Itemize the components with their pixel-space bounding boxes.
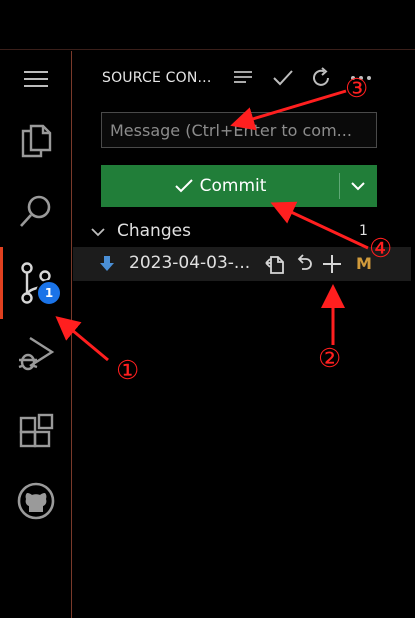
stage-changes-icon[interactable] xyxy=(320,252,344,276)
file-type-icon xyxy=(99,255,115,277)
refresh-icon[interactable] xyxy=(308,65,334,91)
commit-dropdown-button[interactable] xyxy=(339,165,377,207)
github-icon[interactable] xyxy=(0,469,72,533)
run-debug-icon[interactable] xyxy=(0,321,72,385)
commit-divider xyxy=(339,173,340,199)
search-icon[interactable] xyxy=(0,179,72,243)
title-bar xyxy=(0,0,415,50)
annotation-number-4: ④ xyxy=(369,234,393,264)
source-control-icon[interactable]: 1 xyxy=(0,247,72,319)
extensions-icon[interactable] xyxy=(0,399,72,463)
changed-file-row[interactable]: 2023-04-03-... M xyxy=(73,247,411,281)
discard-changes-icon[interactable] xyxy=(292,252,316,276)
panel-title: SOURCE CON... xyxy=(102,70,212,86)
source-control-panel: SOURCE CON... Commit Changes 1 2023-04-0… xyxy=(73,51,415,618)
annotation-number-3: ③ xyxy=(345,74,369,104)
commit-message-input[interactable] xyxy=(101,112,377,148)
commit-button-label: Commit xyxy=(199,176,267,196)
commit-button[interactable]: Commit xyxy=(101,165,339,207)
changes-section-label[interactable]: Changes xyxy=(117,221,191,241)
annotation-number-2: ② xyxy=(318,344,342,374)
changes-count: 1 xyxy=(359,223,368,239)
view-as-tree-icon[interactable] xyxy=(230,65,256,91)
open-file-icon[interactable] xyxy=(263,252,287,276)
changed-file-name: 2023-04-03-... xyxy=(129,253,251,273)
explorer-icon[interactable] xyxy=(0,107,72,171)
chevron-down-icon xyxy=(351,182,365,191)
activity-bar: 1 xyxy=(0,51,72,618)
source-control-badge: 1 xyxy=(36,280,62,306)
chevron-down-icon[interactable] xyxy=(90,223,106,242)
annotation-number-1: ① xyxy=(116,356,140,386)
check-icon xyxy=(174,179,193,193)
commit-check-icon[interactable] xyxy=(270,65,296,91)
menu-icon[interactable] xyxy=(0,51,72,107)
